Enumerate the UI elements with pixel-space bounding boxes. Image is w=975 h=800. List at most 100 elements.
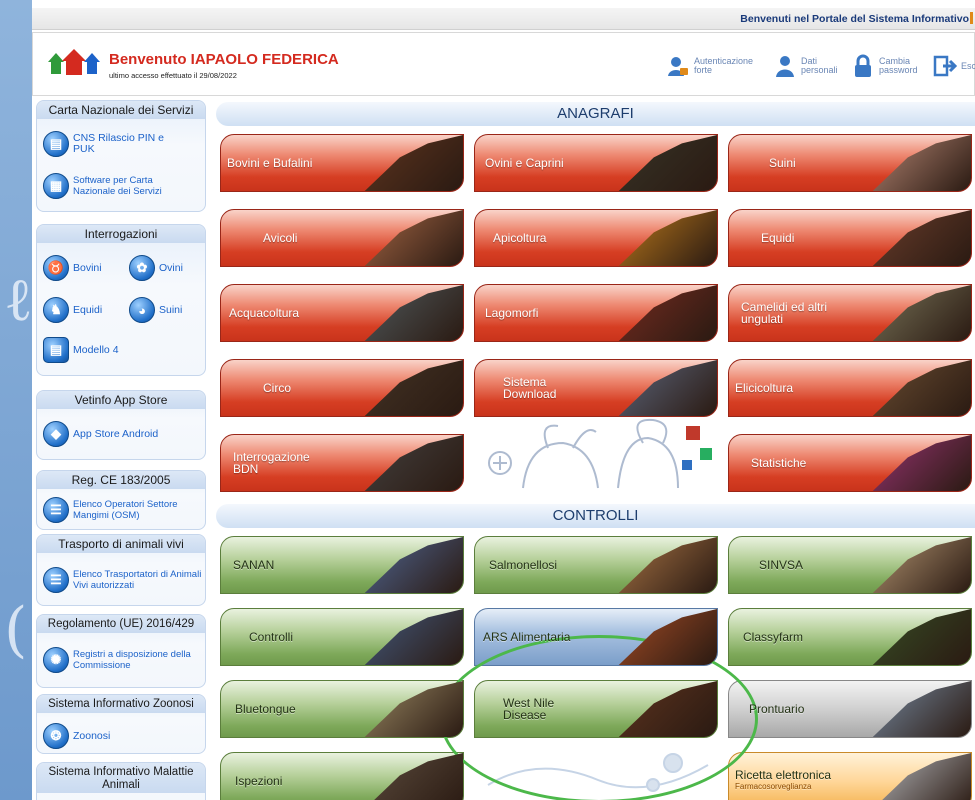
cns-pin-puk-link[interactable]: ▤ CNS Rilascio PIN e PUK xyxy=(43,131,173,157)
tile-label-text: SINVSA xyxy=(759,558,804,572)
tile-label-text: SANAN xyxy=(233,558,275,572)
tile-sinvsa[interactable]: SINVSA xyxy=(728,536,972,594)
transport-title: Trasporto di animali vivi xyxy=(37,535,205,553)
query-equidi-link[interactable]: ♞ Equidi xyxy=(43,297,102,323)
cns-panel: Carta Nazionale dei Servizi ▤ CNS Rilasc… xyxy=(36,100,206,212)
exit-icon xyxy=(933,55,957,77)
commission-registers-link[interactable]: ✺ Registri a disposizione della Commissi… xyxy=(43,647,198,673)
tile-interrogazione-bdn[interactable]: Interrogazione BDN xyxy=(220,434,464,492)
tile-photo xyxy=(364,285,463,341)
home-logo-icon[interactable] xyxy=(46,48,104,76)
eu-icon: ✺ xyxy=(43,647,69,673)
query-bovini-link[interactable]: ♉ Bovini xyxy=(43,255,102,281)
portal-welcome-text: Benvenuti nel Portale del Sistema Inform… xyxy=(740,12,973,25)
transporters-list-link[interactable]: ☰ Elenco Trasportatori di Animali Vivi a… xyxy=(43,567,203,593)
tile-label-text: Classyfarm xyxy=(743,630,804,644)
query-bovini-label: Bovini xyxy=(73,261,102,274)
tile-sanan[interactable]: SANAN xyxy=(220,536,464,594)
malattie-title: Sistema Informativo Malattie Animali xyxy=(37,763,205,793)
tile-label-text: Suini xyxy=(769,156,796,170)
tile-prontuario[interactable]: Prontuario xyxy=(728,680,972,738)
commission-registers-label: Registri a disposizione della Commission… xyxy=(73,649,191,671)
tile-ricetta-elettronica[interactable]: Ricetta elettronica Farmacosorveglianza xyxy=(728,752,972,800)
transporters-list-label: Elenco Trasportatori di Animali Vivi aut… xyxy=(73,569,202,591)
tile-sistema-download[interactable]: Sistema Download xyxy=(474,359,718,417)
tile-controlli[interactable]: Controlli xyxy=(220,608,464,666)
strong-auth-label: Autenticazione forte xyxy=(694,56,754,75)
tile-label: Bovini e Bufalini xyxy=(227,135,347,191)
tile-elicicoltura[interactable]: Elicicoltura xyxy=(728,359,972,417)
tile-label-text: Ovini e Caprini xyxy=(485,156,564,170)
zoonosi-label: Zoonosi xyxy=(73,729,111,742)
tile-camelidi-ed-altri-ungulati[interactable]: Camelidi ed altri ungulati xyxy=(728,284,972,342)
card-icon: ▤ xyxy=(43,131,69,157)
pig-icon: ◕ xyxy=(129,297,155,323)
exit-button[interactable]: Esc xyxy=(933,51,975,81)
tile-equidi[interactable]: Equidi xyxy=(728,209,972,267)
tile-photo xyxy=(872,435,971,491)
list-icon: ☰ xyxy=(43,567,69,593)
tile-suini[interactable]: Suini xyxy=(728,134,972,192)
tile-label: Interrogazione BDN xyxy=(233,435,333,491)
app-store-panel: Vetinfo App Store ◆ App Store Android xyxy=(36,390,206,460)
tile-photo xyxy=(618,285,717,341)
android-app-store-link[interactable]: ◆ App Store Android xyxy=(43,421,158,447)
modello-4-link[interactable]: ▤ Modello 4 xyxy=(43,337,119,363)
tile-salmonellosi[interactable]: Salmonellosi xyxy=(474,536,718,594)
tile-label: SANAN xyxy=(233,537,323,593)
query-ovini-label: Ovini xyxy=(159,261,183,274)
tile-avicoli[interactable]: Avicoli xyxy=(220,209,464,267)
tile-photo xyxy=(872,210,971,266)
osm-list-link[interactable]: ☰ Elenco Operatori Settore Mangimi (OSM) xyxy=(43,497,198,523)
tile-label-text: Statistiche xyxy=(751,456,807,470)
change-password-button[interactable]: Cambia password xyxy=(851,51,921,81)
zoonosi-link[interactable]: ❂ Zoonosi xyxy=(43,723,110,749)
tile-label-text: Controlli xyxy=(249,630,294,644)
tile-ispezioni[interactable]: Ispezioni xyxy=(220,752,464,800)
left-decorative-stripe: ℓ ( xyxy=(0,0,33,800)
tile-ovini-e-caprini[interactable]: Ovini e Caprini xyxy=(474,134,718,192)
cns-panel-title: Carta Nazionale dei Servizi xyxy=(37,101,205,119)
query-suini-link[interactable]: ◕ Suini xyxy=(129,297,182,323)
tile-label-text: Bluetongue xyxy=(235,702,296,716)
tile-bovini-e-bufalini[interactable]: Bovini e Bufalini xyxy=(220,134,464,192)
android-app-store-label: App Store Android xyxy=(73,427,159,440)
tile-label-text: Interrogazione BDN xyxy=(233,450,310,476)
tile-label: Sistema Download xyxy=(503,360,573,416)
zoonosi-icon: ❂ xyxy=(43,723,69,749)
tile-bluetongue[interactable]: Bluetongue xyxy=(220,680,464,738)
tile-photo xyxy=(618,210,717,266)
query-ovini-link[interactable]: ✿ Ovini xyxy=(129,255,183,281)
tile-acquacoltura[interactable]: Acquacoltura xyxy=(220,284,464,342)
document-icon: ▤ xyxy=(43,337,69,363)
tile-statistiche[interactable]: Statistiche xyxy=(728,434,972,492)
tile-lagomorfi[interactable]: Lagomorfi xyxy=(474,284,718,342)
padlock-icon xyxy=(855,54,871,77)
personal-data-button[interactable]: Dati personali xyxy=(773,51,839,81)
tile-apicoltura[interactable]: Apicoltura xyxy=(474,209,718,267)
query-equidi-label: Equidi xyxy=(73,303,103,316)
software-icon: ▦ xyxy=(43,173,69,199)
tile-label: Equidi xyxy=(761,210,821,266)
tile-label-text: Bovini e Bufalini xyxy=(227,156,313,170)
reg-2016-title: Regolamento (UE) 2016/429 xyxy=(37,615,205,633)
tile-label-text: Lagomorfi xyxy=(485,306,539,320)
tile-photo xyxy=(618,360,717,416)
reg-183-title: Reg. CE 183/2005 xyxy=(37,471,205,489)
tile-label: Avicoli xyxy=(263,210,323,266)
tile-label-text: Acquacoltura xyxy=(229,306,300,320)
cns-software-link[interactable]: ▦ Software per Carta Nazionale dei Servi… xyxy=(43,173,188,199)
user-icon xyxy=(776,56,794,77)
tile-label-text: Salmonellosi xyxy=(489,558,558,572)
tile-classyfarm[interactable]: Classyfarm xyxy=(728,608,972,666)
tile-circo[interactable]: Circo xyxy=(220,359,464,417)
reg-2016-panel: Regolamento (UE) 2016/429 ✺ Registri a d… xyxy=(36,614,206,688)
cns-software-label: Software per Carta Nazionale dei Servizi xyxy=(73,175,162,197)
welcome-user-title: Benvenuto IAPAOLO FEDERICA xyxy=(109,51,339,68)
interrogazioni-title: Interrogazioni xyxy=(37,225,205,243)
zoonosi-title: Sistema Informativo Zoonosi xyxy=(37,695,205,713)
tile-label-text: Prontuario xyxy=(749,702,805,716)
tile-label: Controlli xyxy=(249,609,339,665)
tile-label: Elicicoltura xyxy=(735,360,825,416)
strong-auth-button[interactable]: Autenticazione forte xyxy=(666,51,754,81)
